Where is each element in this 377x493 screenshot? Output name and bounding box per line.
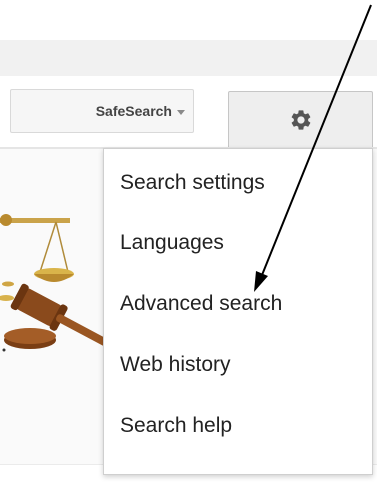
menu-item-web-history[interactable]: Web history xyxy=(104,339,372,391)
sound-block-top xyxy=(4,328,56,344)
scale-detail xyxy=(0,295,14,301)
scale-chain xyxy=(55,221,69,273)
image-result-thumbnail[interactable] xyxy=(0,190,118,362)
scale-pan-bottom xyxy=(34,274,74,282)
image-dot xyxy=(2,348,6,352)
menu-item-label: Search help xyxy=(120,414,233,437)
top-band xyxy=(0,40,377,76)
menu-item-search-help[interactable]: Search help xyxy=(104,400,372,452)
scale-detail xyxy=(2,281,14,287)
menu-item-search-settings[interactable]: Search settings xyxy=(104,157,372,209)
menu-item-advanced-search[interactable]: Advanced search xyxy=(104,278,372,330)
scale-chain xyxy=(39,221,57,273)
menu-item-label: Languages xyxy=(120,231,224,254)
gear-icon xyxy=(291,109,310,130)
chevron-down-icon xyxy=(177,109,185,115)
safesearch-label: SafeSearch xyxy=(95,103,172,119)
scale-pivot xyxy=(0,214,12,226)
menu-item-label: Search settings xyxy=(120,171,265,194)
menu-item-label: Web history xyxy=(120,353,231,376)
menu-item-languages[interactable]: Languages xyxy=(104,217,372,269)
menu-item-label: Advanced search xyxy=(120,292,283,315)
settings-dropdown-menu: Search settings Languages Advanced searc… xyxy=(103,148,373,475)
settings-button[interactable] xyxy=(228,91,373,147)
safesearch-dropdown[interactable]: SafeSearch xyxy=(10,89,194,133)
